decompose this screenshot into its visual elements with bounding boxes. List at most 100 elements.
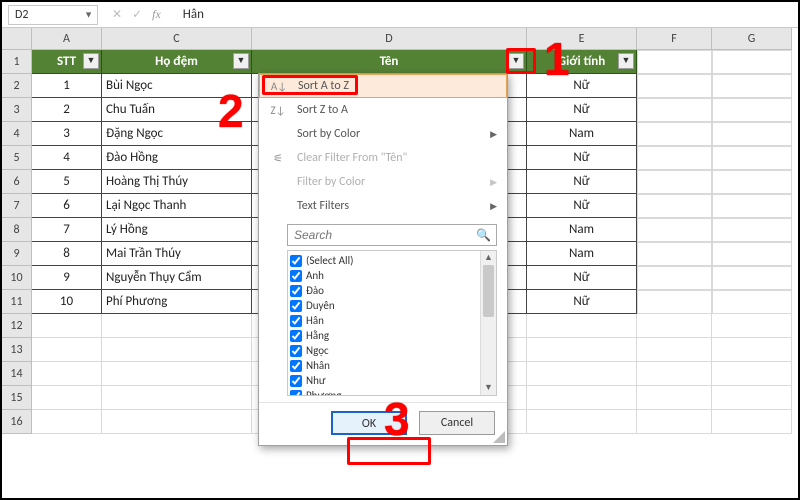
filter-check-item[interactable]: Nhân [290, 358, 494, 373]
cell-stt[interactable]: 6 [32, 194, 102, 218]
col-header[interactable]: C [102, 28, 252, 50]
filter-check-item[interactable]: (Select All) [290, 253, 494, 268]
cell-empty[interactable] [527, 338, 637, 362]
cell-empty[interactable] [637, 170, 712, 194]
cell-gioitinh[interactable]: Nam [527, 242, 637, 266]
cell-gioitinh[interactable]: Nữ [527, 74, 637, 98]
cell-stt[interactable]: 8 [32, 242, 102, 266]
row-header[interactable]: 4 [2, 122, 32, 146]
cell-stt[interactable]: 3 [32, 122, 102, 146]
filter-check-item[interactable]: Anh [290, 268, 494, 283]
cell-empty[interactable] [712, 290, 792, 314]
cell-gioitinh[interactable]: Nữ [527, 290, 637, 314]
row-header[interactable]: 5 [2, 146, 32, 170]
cell-stt[interactable]: 9 [32, 266, 102, 290]
resize-grip-icon[interactable] [493, 431, 505, 443]
checkbox[interactable] [290, 300, 302, 312]
cell-hodem[interactable]: Nguyễn Thụy Cẩm [102, 266, 252, 290]
row-header[interactable]: 6 [2, 170, 32, 194]
cell-empty[interactable] [32, 362, 102, 386]
cell-empty[interactable] [712, 410, 792, 434]
checkbox[interactable] [290, 285, 302, 297]
cell-empty[interactable] [637, 362, 712, 386]
row-header[interactable]: 3 [2, 98, 32, 122]
cell-empty[interactable] [712, 146, 792, 170]
row-header[interactable]: 9 [2, 242, 32, 266]
cell-stt[interactable]: 10 [32, 290, 102, 314]
cell-empty[interactable] [637, 194, 712, 218]
cell-empty[interactable] [712, 362, 792, 386]
col-header[interactable]: E [527, 28, 637, 50]
header-hodem[interactable]: Họ đệm ▼ [102, 50, 252, 74]
checkbox[interactable] [290, 360, 302, 372]
filter-check-item[interactable]: Phương [290, 388, 494, 396]
cell-gioitinh[interactable]: Nữ [527, 194, 637, 218]
row-header[interactable]: 15 [2, 386, 32, 410]
cell-stt[interactable]: 5 [32, 170, 102, 194]
filter-check-item[interactable]: Đào [290, 283, 494, 298]
cell-hodem[interactable]: Hoàng Thị Thúy [102, 170, 252, 194]
cell-empty[interactable] [102, 386, 252, 410]
row-header[interactable]: 8 [2, 218, 32, 242]
filter-check-item[interactable]: Như [290, 373, 494, 388]
cell-empty[interactable] [527, 362, 637, 386]
menu-text-filters[interactable]: Text Filters ▶ [259, 194, 507, 218]
col-header[interactable]: F [637, 28, 712, 50]
cell-hodem[interactable]: Mai Trần Thúy [102, 242, 252, 266]
row-header[interactable]: 14 [2, 362, 32, 386]
cell-hodem[interactable]: Phí Phương [102, 290, 252, 314]
cell-empty[interactable] [102, 410, 252, 434]
header-ten[interactable]: Tên ▼ [252, 50, 527, 74]
cell-empty[interactable] [102, 338, 252, 362]
cell-empty[interactable] [527, 314, 637, 338]
cell-empty[interactable] [637, 50, 712, 74]
cell-empty[interactable] [32, 314, 102, 338]
filter-check-item[interactable]: Hằng [290, 328, 494, 343]
cell-empty[interactable] [637, 242, 712, 266]
cell-hodem[interactable]: Lại Ngọc Thanh [102, 194, 252, 218]
checkbox[interactable] [290, 375, 302, 387]
cell-hodem[interactable]: Bùi Ngọc [102, 74, 252, 98]
row-header[interactable]: 10 [2, 266, 32, 290]
cell-hodem[interactable]: Chu Tuấn [102, 98, 252, 122]
cell-empty[interactable] [102, 314, 252, 338]
cell-empty[interactable] [527, 386, 637, 410]
cell-empty[interactable] [637, 266, 712, 290]
checkbox[interactable] [290, 390, 302, 397]
cell-empty[interactable] [637, 314, 712, 338]
cancel-icon[interactable]: ✕ [112, 7, 122, 22]
select-all-corner[interactable] [2, 28, 32, 50]
filter-button[interactable]: ▼ [233, 53, 249, 69]
cell-stt[interactable]: 1 [32, 74, 102, 98]
menu-sort-by-color[interactable]: Sort by Color ▶ [259, 122, 507, 146]
cell-empty[interactable] [712, 242, 792, 266]
cell-empty[interactable] [712, 314, 792, 338]
cell-empty[interactable] [712, 338, 792, 362]
filter-check-item[interactable]: Hân [290, 313, 494, 328]
col-header[interactable]: D [252, 28, 527, 50]
row-header[interactable]: 13 [2, 338, 32, 362]
menu-sort-az[interactable]: A↓ Sort A to Z [259, 74, 507, 98]
cell-empty[interactable] [637, 98, 712, 122]
formula-bar-value[interactable]: Hân [183, 7, 204, 22]
cell-empty[interactable] [712, 194, 792, 218]
scrollbar[interactable]: ▲ ▼ [480, 251, 496, 395]
name-box[interactable]: D2 ▼ [8, 5, 98, 25]
row-header[interactable]: 1 [2, 50, 32, 74]
filter-button[interactable]: ▼ [83, 53, 99, 69]
menu-sort-za[interactable]: Z↓ Sort Z to A [259, 98, 507, 122]
cell-empty[interactable] [32, 338, 102, 362]
filter-checkbox-list[interactable]: (Select All)AnhĐàoDuyênHânHằngNgọcNhânNh… [287, 250, 497, 396]
row-header[interactable]: 2 [2, 74, 32, 98]
scroll-down-icon[interactable]: ▼ [481, 381, 496, 395]
cell-stt[interactable]: 7 [32, 218, 102, 242]
filter-button[interactable]: ▼ [618, 53, 634, 69]
col-header[interactable]: A [32, 28, 102, 50]
cell-stt[interactable]: 2 [32, 98, 102, 122]
scroll-thumb[interactable] [483, 265, 494, 317]
cell-empty[interactable] [712, 218, 792, 242]
row-header[interactable]: 12 [2, 314, 32, 338]
cell-empty[interactable] [712, 74, 792, 98]
cell-gioitinh[interactable]: Nam [527, 218, 637, 242]
cell-empty[interactable] [637, 218, 712, 242]
